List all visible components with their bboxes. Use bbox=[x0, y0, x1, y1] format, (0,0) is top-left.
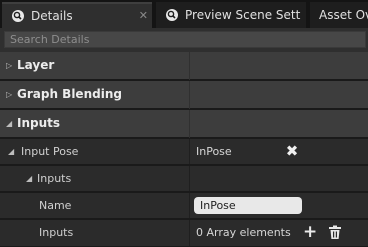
close-icon[interactable]: ✕ bbox=[139, 9, 148, 22]
clear-icon[interactable]: ✖ bbox=[285, 144, 299, 159]
expand-arrow-icon[interactable]: ▷ bbox=[6, 61, 12, 70]
column-divider bbox=[189, 193, 190, 218]
tab-bar: Details ✕ Preview Scene Sett Asset Ove bbox=[0, 0, 368, 28]
column-divider bbox=[189, 139, 190, 164]
column-divider bbox=[189, 81, 190, 109]
input-pose-value: InPose bbox=[196, 145, 232, 158]
tab-asset-overrides[interactable]: Asset Ove bbox=[310, 2, 368, 28]
input-pose-label: Input Pose bbox=[21, 145, 79, 158]
inputs-array-label: Inputs bbox=[39, 226, 74, 239]
inputs-group-label: Inputs bbox=[37, 172, 72, 185]
collapse-arrow-icon[interactable]: ◢ bbox=[26, 174, 32, 183]
expand-arrow-icon[interactable]: ▷ bbox=[6, 90, 12, 99]
magnifier-icon bbox=[165, 8, 179, 22]
magnifier-icon bbox=[11, 9, 25, 23]
column-divider bbox=[189, 166, 190, 191]
tab-details[interactable]: Details ✕ bbox=[2, 2, 152, 28]
tab-details-label: Details bbox=[31, 9, 73, 23]
category-graph-blending[interactable]: ▷ Graph Blending bbox=[0, 81, 368, 109]
category-layer-label: Layer bbox=[17, 58, 55, 72]
inputs-array-row: Inputs 0 Array elements + bbox=[0, 220, 368, 247]
category-layer[interactable]: ▷ Layer bbox=[0, 52, 368, 80]
array-count-value: 0 Array elements bbox=[196, 226, 291, 239]
input-pose-row: ◢ Input Pose InPose ✖ bbox=[0, 139, 368, 165]
name-label: Name bbox=[39, 199, 72, 212]
inputs-group-row: ◢ Inputs bbox=[0, 166, 368, 192]
tab-preview-scene-settings[interactable]: Preview Scene Sett bbox=[156, 2, 306, 28]
tab-asset-overrides-label: Asset Ove bbox=[319, 8, 368, 22]
category-inputs[interactable]: ◢ Inputs bbox=[0, 110, 368, 138]
search-bar bbox=[0, 28, 368, 52]
details-panel: Details ✕ Preview Scene Sett Asset Ove ▷… bbox=[0, 0, 368, 247]
tab-preview-scene-settings-label: Preview Scene Sett bbox=[185, 8, 301, 22]
column-divider bbox=[189, 220, 190, 246]
column-divider bbox=[189, 110, 190, 138]
trash-icon[interactable] bbox=[328, 225, 342, 240]
name-row: Name bbox=[0, 193, 368, 219]
collapse-arrow-icon[interactable]: ◢ bbox=[6, 119, 12, 128]
add-element-icon[interactable]: + bbox=[303, 224, 317, 241]
search-input[interactable] bbox=[4, 31, 366, 48]
category-inputs-label: Inputs bbox=[17, 116, 61, 130]
name-field[interactable] bbox=[194, 197, 302, 214]
collapse-arrow-icon[interactable]: ◢ bbox=[8, 147, 14, 156]
category-graph-blending-label: Graph Blending bbox=[17, 87, 122, 101]
column-divider bbox=[189, 52, 190, 80]
